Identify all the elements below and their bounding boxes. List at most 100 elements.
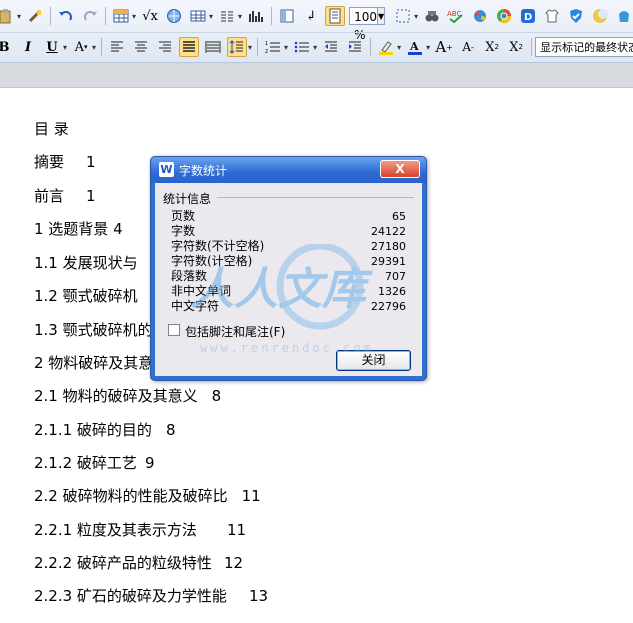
group-divider [217, 197, 414, 198]
toc-line: 摘要 1 [34, 153, 96, 171]
toc-heading: 目 录 [34, 120, 69, 138]
chevron-down-icon[interactable]: ▾ [209, 12, 213, 21]
stat-row: 页数 65 [171, 209, 406, 223]
chevron-down-icon[interactable]: ▾ [414, 12, 418, 21]
chevron-down-icon[interactable]: ▾ [238, 12, 242, 21]
align-left-icon[interactable] [107, 37, 127, 57]
wps-logo-icon: W [159, 162, 174, 177]
superscript-icon[interactable]: X2 [482, 37, 502, 57]
chevron-down-icon[interactable]: ▾ [397, 43, 401, 52]
toc-line: 2.2.1 粒度及其表示方法 11 [34, 521, 247, 539]
stat-row: 字符数(计空格) 29391 [171, 254, 406, 268]
toc-line: 2.2.2 破碎产品的粒级特性 12 [34, 554, 244, 572]
browser-icon[interactable] [494, 6, 514, 26]
chart-icon[interactable] [246, 6, 266, 26]
svg-text:D: D [524, 12, 532, 23]
toolbar-separator [531, 38, 533, 56]
spell-check-icon[interactable]: ABC [446, 6, 466, 26]
group-title: 统计信息 [163, 190, 216, 207]
share-icon[interactable] [470, 6, 490, 26]
chevron-down-icon[interactable]: ▾ [132, 12, 136, 21]
subscript-icon[interactable]: X2 [506, 37, 526, 57]
chevron-down-icon[interactable]: ▾ [17, 12, 21, 21]
hyperlink-icon[interactable] [164, 6, 184, 26]
chevron-down-icon[interactable]: ▾ [63, 43, 67, 52]
formula-icon[interactable]: √x [140, 6, 160, 26]
dialog-titlebar[interactable]: W 字数统计 X [151, 157, 426, 183]
highlight-color-swatch [379, 52, 394, 55]
bold-icon[interactable]: B [0, 37, 14, 57]
moon-icon[interactable] [590, 6, 610, 26]
dialog-body: 统计信息 页数 65 字数 24122 字符数(不计空格) 27180 字符数(计空格… [155, 183, 422, 376]
toc-line: 2.2 破碎物料的性能及破碎比 11 [34, 487, 261, 505]
page-view-icon[interactable] [325, 6, 346, 26]
include-footnotes-label[interactable]: 包括脚注和尾注(F) [185, 323, 285, 340]
toolbar-separator [101, 38, 103, 56]
stat-row: 段落数 707 [171, 269, 406, 283]
align-right-icon[interactable] [155, 37, 175, 57]
chevron-down-icon[interactable]: ▾ [426, 43, 430, 52]
svg-text:A: A [409, 40, 419, 53]
chevron-down-icon[interactable]: ▾ [248, 43, 252, 52]
highlight-icon[interactable] [376, 37, 396, 57]
dialog-title: 字数统计 [179, 164, 228, 178]
select-icon[interactable] [393, 6, 413, 26]
underline-icon[interactable]: U [42, 37, 62, 57]
shrink-font-icon[interactable]: A- [458, 37, 478, 57]
distribute-icon[interactable] [203, 37, 223, 57]
stat-row: 字数 24122 [171, 224, 406, 238]
align-center-icon[interactable] [131, 37, 151, 57]
toc-line: 1 选题背景 4 [34, 220, 123, 238]
stat-row: 非中文单词 1326 [171, 284, 406, 298]
columns-icon[interactable] [217, 6, 237, 26]
toc-line: 2 物料破碎及其意 [34, 354, 154, 372]
zoom-dropdown-icon[interactable]: ▼ [377, 7, 386, 25]
toolbar-separator [271, 7, 273, 25]
undo-icon[interactable] [56, 6, 76, 26]
skin-icon[interactable] [614, 6, 633, 26]
chevron-down-icon[interactable]: ▾ [92, 43, 96, 52]
document-map-icon[interactable] [277, 6, 297, 26]
toc-line: 2.1.2 破碎工艺 9 [34, 454, 155, 472]
numbering-icon[interactable]: 12 [263, 37, 283, 57]
standard-toolbar: ▾ ▾ √x ▾ ▾ ↲ 100 % ▼ ▾ ABC D [0, 2, 633, 42]
toc-line: 前言 1 [34, 187, 96, 205]
chevron-down-icon[interactable]: ▾ [284, 43, 288, 52]
paste-icon[interactable] [0, 6, 16, 26]
toolbar-separator [257, 38, 259, 56]
close-button[interactable]: 关闭 [336, 350, 411, 371]
font-color-icon[interactable]: A [405, 37, 425, 57]
include-footnotes-checkbox[interactable] [168, 324, 180, 336]
toc-line: 2.1 物料的破碎及其意义 8 [34, 387, 222, 405]
toolbar-separator [50, 7, 52, 25]
word-count-dialog: W 字数统计 X 统计信息 页数 65 字数 24122 字符数(不计空格) 2718… [150, 156, 427, 381]
decrease-indent-icon[interactable] [321, 37, 341, 57]
toolbar-separator [370, 38, 372, 56]
shield-icon[interactable] [566, 6, 586, 26]
zoom-input[interactable]: 100 % [349, 7, 378, 42]
formatting-toolbar: B I U ▾ A ▾ ▾ ▾ 12 ▾ ▾ ▾ A ▾ A + A - X 2… [0, 32, 633, 61]
show-marks-icon[interactable]: ↲ [301, 6, 321, 26]
toc-line: 2.2.3 矿石的破碎及力学性能 13 [34, 587, 269, 605]
italic-icon[interactable]: I [18, 37, 38, 57]
justify-icon[interactable] [179, 37, 200, 57]
svg-text:2: 2 [265, 49, 268, 55]
table-insert-icon[interactable] [111, 6, 131, 26]
format-painter-icon[interactable] [25, 6, 45, 26]
stat-row: 中文字符 22796 [171, 299, 406, 313]
toc-line: 1.2 颚式破碎机 [34, 287, 138, 305]
redo-icon[interactable] [80, 6, 100, 26]
close-icon[interactable]: X [380, 160, 420, 178]
d-app-icon[interactable]: D [518, 6, 538, 26]
font-size-grow-icon[interactable]: A ▾ [71, 37, 91, 57]
line-spacing-icon[interactable] [227, 37, 248, 57]
stat-row: 字符数(不计空格) 27180 [171, 239, 406, 253]
find-icon[interactable] [422, 6, 442, 26]
table-icon[interactable] [188, 6, 208, 26]
markup-view-select[interactable]: 显示标记的最终状态 [535, 37, 633, 57]
grow-font-icon[interactable]: A + [434, 37, 454, 57]
shirt-icon[interactable] [542, 6, 562, 26]
increase-indent-icon[interactable] [345, 37, 365, 57]
chevron-down-icon[interactable]: ▾ [313, 43, 317, 52]
bullets-icon[interactable] [292, 37, 312, 57]
